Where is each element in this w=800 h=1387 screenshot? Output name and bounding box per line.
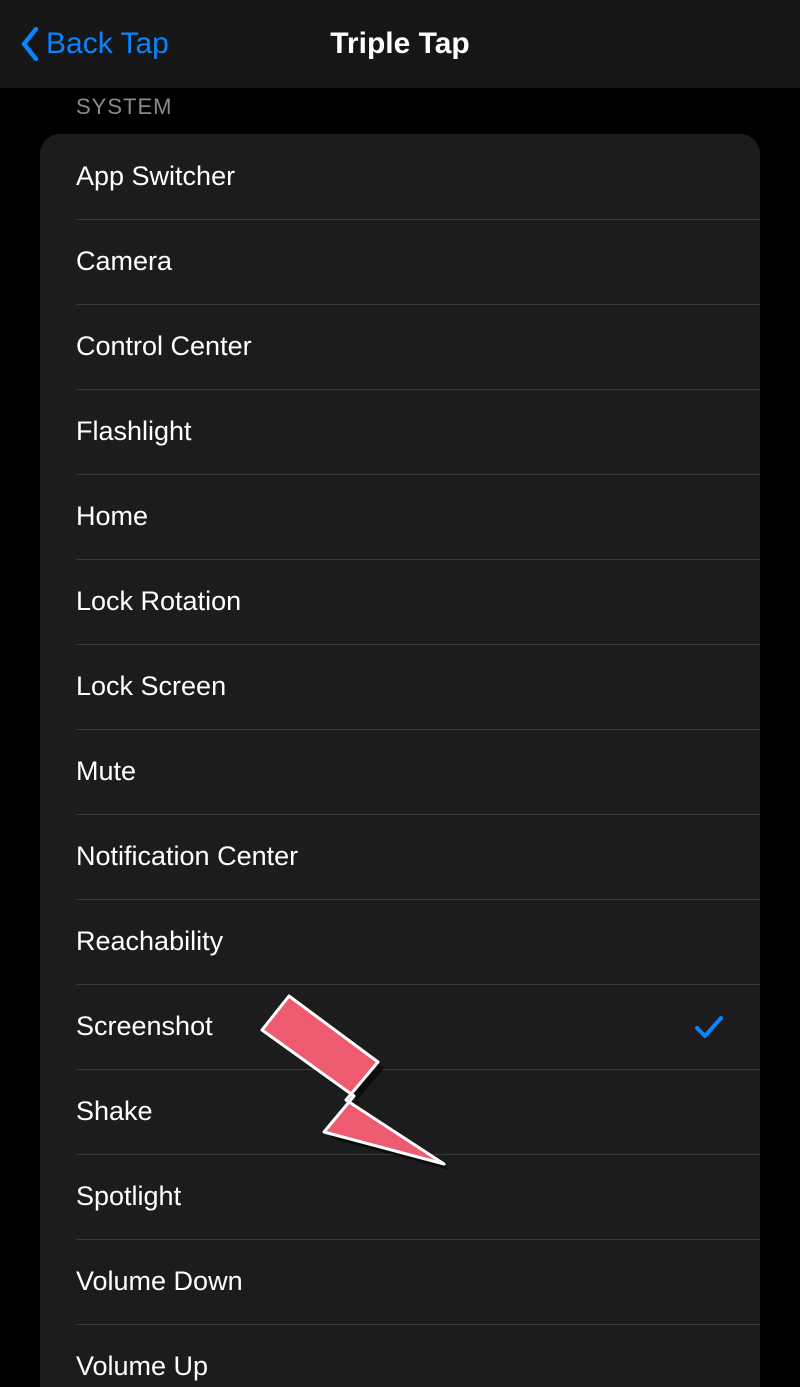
back-label: Back Tap	[46, 27, 169, 61]
list-item-label: Volume Down	[76, 1266, 243, 1297]
list-item[interactable]: Lock Rotation	[40, 559, 760, 644]
list-item[interactable]: Camera	[40, 219, 760, 304]
list-item[interactable]: App Switcher	[40, 134, 760, 219]
list-item-label: Camera	[76, 246, 172, 277]
list-item[interactable]: Screenshot	[40, 984, 760, 1069]
list-item-label: Lock Screen	[76, 671, 226, 702]
list-item-label: Notification Center	[76, 841, 298, 872]
checkmark-icon	[694, 1015, 724, 1039]
list-item-label: Flashlight	[76, 416, 192, 447]
list-item[interactable]: Volume Up	[40, 1324, 760, 1387]
list-item[interactable]: Home	[40, 474, 760, 559]
list-item-label: Screenshot	[76, 1011, 213, 1042]
nav-bar: Back Tap Triple Tap	[0, 0, 800, 88]
content: SYSTEM App Switcher Camera Control Center F…	[0, 94, 800, 1387]
list-item-label: App Switcher	[76, 161, 235, 192]
section-header: SYSTEM	[76, 94, 760, 120]
list-item[interactable]: Notification Center	[40, 814, 760, 899]
chevron-left-icon	[20, 27, 40, 61]
settings-group: App Switcher Camera Control Center Flashlig…	[40, 134, 760, 1387]
page-title: Triple Tap	[330, 27, 469, 61]
list-item-label: Control Center	[76, 331, 252, 362]
list-item-label: Reachability	[76, 926, 223, 957]
list-item[interactable]: Flashlight	[40, 389, 760, 474]
list-item-label: Volume Up	[76, 1351, 208, 1382]
list-item-label: Home	[76, 501, 148, 532]
list-item-label: Spotlight	[76, 1181, 181, 1212]
list-item[interactable]: Shake	[40, 1069, 760, 1154]
list-item[interactable]: Spotlight	[40, 1154, 760, 1239]
list-item-label: Lock Rotation	[76, 586, 241, 617]
list-item[interactable]: Control Center	[40, 304, 760, 389]
list-item[interactable]: Mute	[40, 729, 760, 814]
list-item[interactable]: Volume Down	[40, 1239, 760, 1324]
list-item-label: Mute	[76, 756, 136, 787]
list-item[interactable]: Lock Screen	[40, 644, 760, 729]
list-item-label: Shake	[76, 1096, 153, 1127]
back-button[interactable]: Back Tap	[20, 27, 169, 61]
list-item[interactable]: Reachability	[40, 899, 760, 984]
